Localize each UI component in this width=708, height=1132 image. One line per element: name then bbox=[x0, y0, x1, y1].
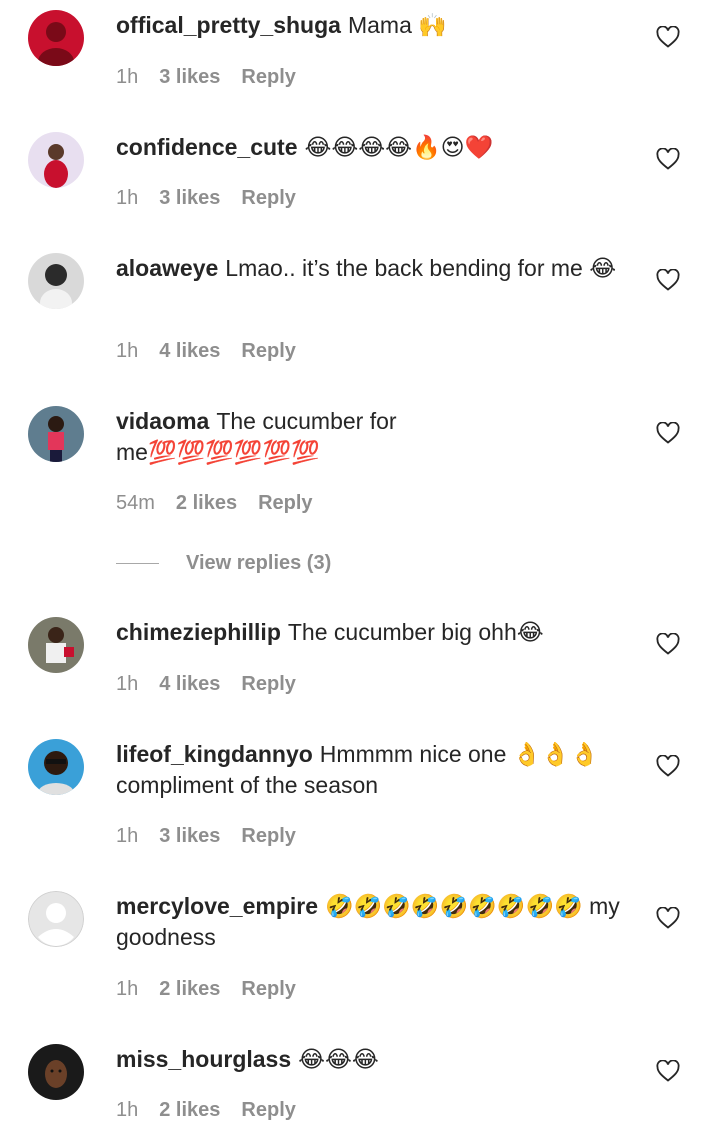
comment-text: vidaoma The cucumber for me💯💯💯💯💯💯 bbox=[116, 406, 456, 468]
comment-body: Mama 🙌 bbox=[347, 12, 447, 38]
comment-body: 😂😂😂😂🔥😍❤️ bbox=[304, 134, 494, 160]
comment-text: confidence_cute 😂😂😂😂🔥😍❤️ bbox=[116, 132, 621, 163]
comment-text: aloaweye Lmao.. it’s the back bending for… bbox=[116, 253, 621, 284]
reply-button[interactable]: Reply bbox=[241, 187, 295, 210]
comment-body: 😂😂😂 bbox=[298, 1046, 379, 1072]
comment-meta: 1h 3 likes Reply bbox=[116, 825, 296, 848]
comment-time: 1h bbox=[116, 187, 139, 209]
comment-time: 54m bbox=[116, 492, 155, 514]
heart-icon[interactable] bbox=[656, 26, 680, 48]
comment-username[interactable]: confidence_cute bbox=[116, 134, 298, 160]
comment-likes[interactable]: 3 likes bbox=[159, 825, 220, 848]
comment-time: 1h bbox=[116, 978, 139, 1000]
comment-likes[interactable]: 2 likes bbox=[176, 492, 237, 515]
comment-text: chimeziephillip The cucumber big ohh😂 bbox=[116, 617, 621, 648]
comment-time: 1h bbox=[116, 340, 139, 362]
reply-button[interactable]: Reply bbox=[241, 340, 295, 363]
comment-text: lifeof_kingdannyo Hmmmm nice one 👌👌👌 comp… bbox=[116, 739, 621, 801]
reply-button[interactable]: Reply bbox=[241, 1099, 295, 1122]
heart-icon[interactable] bbox=[656, 1060, 680, 1082]
reply-button[interactable]: Reply bbox=[241, 978, 295, 1001]
comment-username[interactable]: vidaoma bbox=[116, 408, 209, 434]
heart-icon[interactable] bbox=[656, 755, 680, 777]
comment-likes[interactable]: 2 likes bbox=[159, 1099, 220, 1122]
heart-icon[interactable] bbox=[656, 422, 680, 444]
reply-button[interactable]: Reply bbox=[241, 673, 295, 696]
avatar[interactable] bbox=[28, 891, 84, 947]
avatar[interactable] bbox=[28, 617, 84, 673]
comment-body: The cucumber big ohh😂 bbox=[287, 619, 544, 645]
comment-likes[interactable]: 4 likes bbox=[159, 673, 220, 696]
comment-likes[interactable]: 4 likes bbox=[159, 340, 220, 363]
reply-button[interactable]: Reply bbox=[258, 492, 312, 515]
avatar[interactable] bbox=[28, 1044, 84, 1100]
view-replies-button[interactable]: View replies (3) bbox=[116, 550, 331, 576]
comment-username[interactable]: offical_pretty_shuga bbox=[116, 12, 341, 38]
comment-username[interactable]: lifeof_kingdannyo bbox=[116, 741, 313, 767]
comment-likes[interactable]: 3 likes bbox=[159, 187, 220, 210]
comment-meta: 1h 4 likes Reply bbox=[116, 340, 296, 363]
comment-username[interactable]: chimeziephillip bbox=[116, 619, 281, 645]
divider bbox=[116, 562, 159, 564]
comment-text: miss_hourglass 😂😂😂 bbox=[116, 1044, 621, 1075]
reply-button[interactable]: Reply bbox=[241, 825, 295, 848]
view-replies-label[interactable]: View replies (3) bbox=[186, 552, 331, 575]
comment-meta: 1h 4 likes Reply bbox=[116, 673, 296, 696]
comment-body: Lmao.. it’s the back bending for me 😂 bbox=[225, 255, 617, 281]
comment-time: 1h bbox=[116, 1099, 139, 1121]
heart-icon[interactable] bbox=[656, 269, 680, 291]
comment-meta: 1h 3 likes Reply bbox=[116, 66, 296, 89]
avatar[interactable] bbox=[28, 132, 84, 188]
comment-likes[interactable]: 2 likes bbox=[159, 978, 220, 1001]
heart-icon[interactable] bbox=[656, 633, 680, 655]
avatar[interactable] bbox=[28, 10, 84, 66]
avatar[interactable] bbox=[28, 406, 84, 462]
comment-username[interactable]: aloaweye bbox=[116, 255, 218, 281]
comment-username[interactable]: miss_hourglass bbox=[116, 1046, 291, 1072]
avatar[interactable] bbox=[28, 739, 84, 795]
comment-time: 1h bbox=[116, 66, 139, 88]
comment-meta: 54m 2 likes Reply bbox=[116, 492, 313, 515]
comment-time: 1h bbox=[116, 825, 139, 847]
comment-text: mercylove_empire 🤣🤣🤣🤣🤣🤣🤣🤣🤣 my goodness bbox=[116, 891, 621, 953]
comment-meta: 1h 3 likes Reply bbox=[116, 187, 296, 210]
reply-button[interactable]: Reply bbox=[241, 66, 295, 89]
comment-text: offical_pretty_shuga Mama 🙌 bbox=[116, 10, 621, 41]
heart-icon[interactable] bbox=[656, 148, 680, 170]
heart-icon[interactable] bbox=[656, 907, 680, 929]
comment-likes[interactable]: 3 likes bbox=[159, 66, 220, 89]
comment-time: 1h bbox=[116, 673, 139, 695]
avatar[interactable] bbox=[28, 253, 84, 309]
comment-meta: 1h 2 likes Reply bbox=[116, 1099, 296, 1122]
comment-meta: 1h 2 likes Reply bbox=[116, 978, 296, 1001]
comment-username[interactable]: mercylove_empire bbox=[116, 893, 318, 919]
